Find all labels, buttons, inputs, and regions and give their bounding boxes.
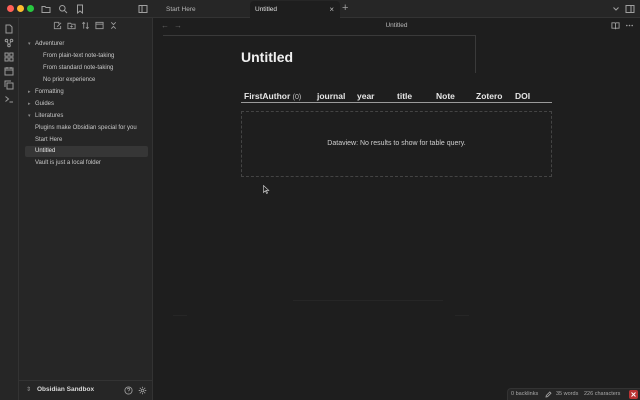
new-tab-icon[interactable]: + [342, 2, 348, 14]
collapse-all-icon[interactable] [109, 21, 119, 31]
result-count: (0) [292, 94, 302, 101]
search-icon[interactable] [57, 3, 69, 15]
file-explorer: ▾ Adventurer From plain-text note-taking… [19, 18, 153, 400]
auto-reveal-icon[interactable] [95, 21, 105, 31]
chevron-updown-icon: ⇕ [26, 387, 32, 393]
column-header-zotero[interactable]: Zotero [476, 91, 502, 101]
column-header-firstauthor[interactable]: FirstAuthor (0) [244, 91, 301, 101]
close-window-button[interactable] [7, 5, 14, 12]
content-divider [173, 315, 187, 316]
more-options-icon[interactable] [625, 21, 635, 31]
column-header-year[interactable]: year [357, 91, 375, 101]
tree-file[interactable]: No prior experience [25, 75, 148, 86]
calendar-icon[interactable] [4, 66, 15, 77]
backlinks-count[interactable]: 0 backlinks [511, 391, 538, 397]
dataview-table-header: FirstAuthor (0) journal year title Note … [241, 89, 552, 103]
left-ribbon [0, 18, 19, 400]
editor-header-title[interactable]: Untitled [153, 22, 640, 29]
chevron-right-icon: ▸ [28, 101, 31, 107]
tab-untitled[interactable]: Untitled × [250, 1, 340, 18]
tree-item-label: Start Here [35, 137, 63, 143]
mouse-pointer-icon [263, 184, 270, 194]
tree-folder-adventurer[interactable]: ▾ Adventurer [25, 39, 148, 50]
sidebar-toggle-icon[interactable] [137, 3, 149, 15]
zoom-window-button[interactable] [27, 5, 34, 12]
character-count: 226 characters [584, 391, 621, 397]
right-sidebar-toggle-icon[interactable] [624, 3, 636, 15]
graph-icon[interactable] [4, 38, 15, 49]
new-note-icon[interactable] [53, 21, 63, 31]
tab-label: Start Here [166, 6, 196, 13]
help-icon[interactable] [124, 386, 133, 395]
tree-file-active[interactable]: Untitled [25, 146, 148, 157]
tab-label: Untitled [255, 6, 278, 13]
document-title[interactable]: Untitled [241, 49, 293, 65]
tree-item-label: Literatures [35, 113, 64, 119]
copy-icon[interactable] [4, 80, 15, 91]
title-bar: Start Here Untitled × + [0, 0, 640, 18]
tree-folder-formatting[interactable]: ▸ Formatting [25, 87, 148, 98]
terminal-icon[interactable] [4, 94, 15, 105]
chevron-down-icon: ▾ [28, 113, 31, 119]
status-bar: 0 backlinks 35 words 226 characters [507, 388, 640, 400]
settings-gear-icon[interactable] [138, 386, 147, 395]
tree-file[interactable]: Start Here [25, 135, 148, 146]
editor-pane: ← → Untitled Untitled FirstAuthor (0) jo… [153, 18, 640, 392]
editor-header: ← → Untitled [153, 18, 640, 34]
sort-icon[interactable] [81, 21, 91, 31]
canvas-icon[interactable] [4, 52, 15, 63]
content-divider [475, 35, 476, 73]
vault-switcher[interactable]: ⇕ Obsidian Sandbox [19, 380, 153, 400]
tree-item-label: Vault is just a local folder [35, 160, 101, 166]
vault-name: Obsidian Sandbox [37, 386, 95, 393]
content-divider [455, 315, 469, 316]
tree-item-label: Plugins make Obsidian special for you [35, 125, 137, 131]
tab-start-here[interactable]: Start Here [152, 1, 250, 18]
tree-item-label: No prior experience [43, 77, 96, 83]
chevron-down-icon[interactable] [610, 3, 622, 15]
column-header-doi[interactable]: DOI [515, 91, 530, 101]
tree-item-label: From standard note-taking [43, 65, 114, 71]
chevron-right-icon: ▸ [28, 89, 31, 95]
word-count: 35 words [556, 391, 579, 397]
tree-folder-literatures[interactable]: ▾ Literatures [25, 111, 148, 122]
folder-icon[interactable] [40, 3, 52, 15]
tree-file[interactable]: From standard note-taking [25, 63, 148, 74]
tree-item-label: Formatting [35, 89, 64, 95]
tree-folder-guides[interactable]: ▸ Guides [25, 99, 148, 110]
tree-item-label: From plain-text note-taking [43, 53, 115, 59]
error-icon[interactable] [629, 390, 638, 399]
tree-file[interactable]: From plain-text note-taking [25, 51, 148, 62]
close-tab-icon[interactable]: × [329, 1, 334, 18]
dataview-empty-message: Dataview: No results to show for table q… [327, 140, 466, 147]
tree-file[interactable]: Vault is just a local folder [25, 158, 148, 169]
bookmark-icon[interactable] [74, 3, 86, 15]
minimize-window-button[interactable] [17, 5, 24, 12]
new-folder-icon[interactable] [67, 21, 77, 31]
tree-item-label: Guides [35, 101, 55, 107]
content-divider [163, 35, 476, 36]
dataview-result-box: Dataview: No results to show for table q… [241, 111, 552, 177]
column-header-note[interactable]: Note [436, 91, 455, 101]
files-icon[interactable] [4, 24, 15, 35]
edit-pencil-icon[interactable] [545, 391, 552, 398]
column-header-title[interactable]: title [397, 91, 412, 101]
chevron-down-icon: ▾ [28, 41, 31, 47]
column-header-journal[interactable]: journal [317, 91, 345, 101]
column-label: FirstAuthor [244, 91, 291, 101]
reading-view-icon[interactable] [611, 21, 621, 31]
tree-file[interactable]: Plugins make Obsidian special for you [25, 123, 148, 134]
tree-item-label: Untitled [35, 148, 56, 154]
tree-item-label: Adventurer [35, 41, 65, 47]
content-divider [293, 300, 443, 301]
